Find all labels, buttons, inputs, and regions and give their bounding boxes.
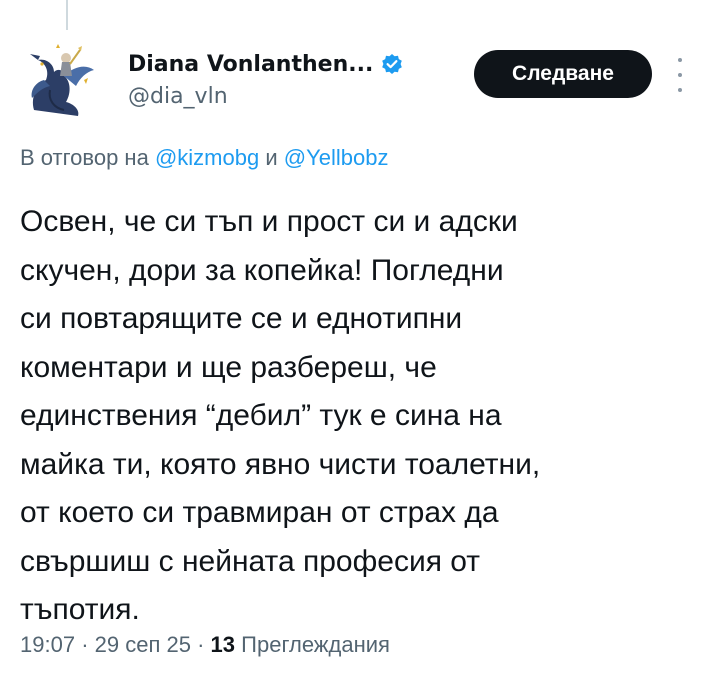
follow-button[interactable]: Следване <box>474 50 652 98</box>
reply-mention-link[interactable]: @kizmobg <box>155 145 259 170</box>
tweet-text-line: свършиш с нейната професия от <box>20 544 481 578</box>
meta-separator: · <box>81 632 89 657</box>
tweet-text-line: коментари и ще разбереш, че <box>20 350 437 384</box>
tweet-time[interactable]: 19:07 <box>20 632 75 657</box>
views-label: Преглеждания <box>241 632 390 657</box>
more-options-icon[interactable] <box>670 58 690 92</box>
tweet-text-line: скучен, дори за копейка! Погледни <box>20 253 504 287</box>
tweet-text-line: тъпотия. <box>20 593 140 626</box>
thread-connector-line <box>66 0 68 30</box>
reply-joiner: и <box>265 145 278 170</box>
tweet-date[interactable]: 29 сеп 25 <box>95 632 191 657</box>
avatar[interactable] <box>20 40 100 120</box>
author-names: Diana Vonlanthen... @dia_vln <box>128 48 403 109</box>
verified-badge-icon <box>381 53 403 75</box>
tweet-text-line: майка ти, която явно чисти тоалетни, <box>20 447 541 481</box>
tweet-text-line: Освен, че си тъп и прост си и адски <box>20 205 518 238</box>
tweet-header: Diana Vonlanthen... @dia_vln Следване <box>20 40 700 120</box>
tweet-text-line: единствения “дебил” тук е сина на <box>20 399 502 432</box>
display-name[interactable]: Diana Vonlanthen... <box>128 52 373 77</box>
author-handle[interactable]: @dia_vln <box>128 84 403 109</box>
reply-mention-link[interactable]: @Yellbobz <box>284 145 389 170</box>
reply-prefix: В отговор на <box>20 145 149 170</box>
reply-context: В отговор на @kizmobg и @Yellbobz <box>20 145 388 171</box>
views-count: 13 <box>210 632 236 657</box>
tweet-text-line: от което си травмиран от страх да <box>20 496 499 529</box>
tweet-text-line: си повтарящите се и еднотипни <box>20 302 463 335</box>
tweet-text: Освен, че си тъп и прост си и адски скуч… <box>20 198 700 635</box>
tweet-meta: 19:07 · 29 сеп 25 · 13 Преглеждания <box>20 632 390 658</box>
meta-separator: · <box>197 632 205 657</box>
display-name-row: Diana Vonlanthen... <box>128 48 403 80</box>
tweet-detail: Diana Vonlanthen... @dia_vln Следване В … <box>0 0 720 685</box>
